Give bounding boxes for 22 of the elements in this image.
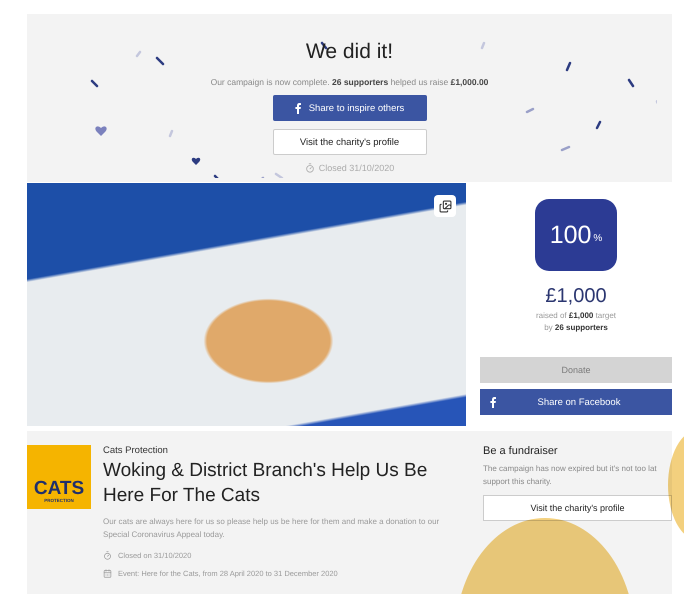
charity-profile-button[interactable]: Visit the charity's profile — [483, 494, 672, 521]
stopwatch-icon — [103, 550, 112, 560]
facebook-icon — [490, 396, 496, 408]
facebook-share-button[interactable]: Share on Facebook — [480, 389, 672, 415]
closed-date: Closed 31/10/2020 — [318, 163, 394, 173]
campaign-description: Our cats are always here for us so please help us be here for them and make a donation to our Special Coronavirus Appeal today. — [103, 516, 440, 542]
banner-title: We did it! — [306, 40, 394, 64]
stopwatch-icon — [304, 163, 315, 173]
fundraiser-title: Be a fundraiser — [483, 445, 559, 457]
charity-name: Cats Protection — [103, 445, 169, 456]
campaign-title: Woking & District Branch's Help Us Be Here For The Cats — [103, 459, 428, 508]
fundraiser-text: The campaign has now expired but it's not too lat support this charity. — [483, 463, 658, 488]
supporters-text: by 26 supporters — [544, 323, 608, 332]
target-text: raised of £1,000 target — [536, 311, 616, 320]
calendar-icon — [103, 568, 112, 578]
percent-badge: 100% — [535, 199, 617, 271]
gallery-icon[interactable] — [434, 195, 456, 217]
share-button[interactable]: Share to inspire others — [272, 95, 426, 121]
facebook-icon — [294, 102, 301, 114]
charity-profile-button[interactable]: Visit the charity's profile — [272, 129, 426, 155]
raised-amount: £1,000 — [545, 285, 607, 308]
banner-message: Our campaign is now complete. 26 supporters helped us raise £1,000.00 — [210, 77, 488, 87]
